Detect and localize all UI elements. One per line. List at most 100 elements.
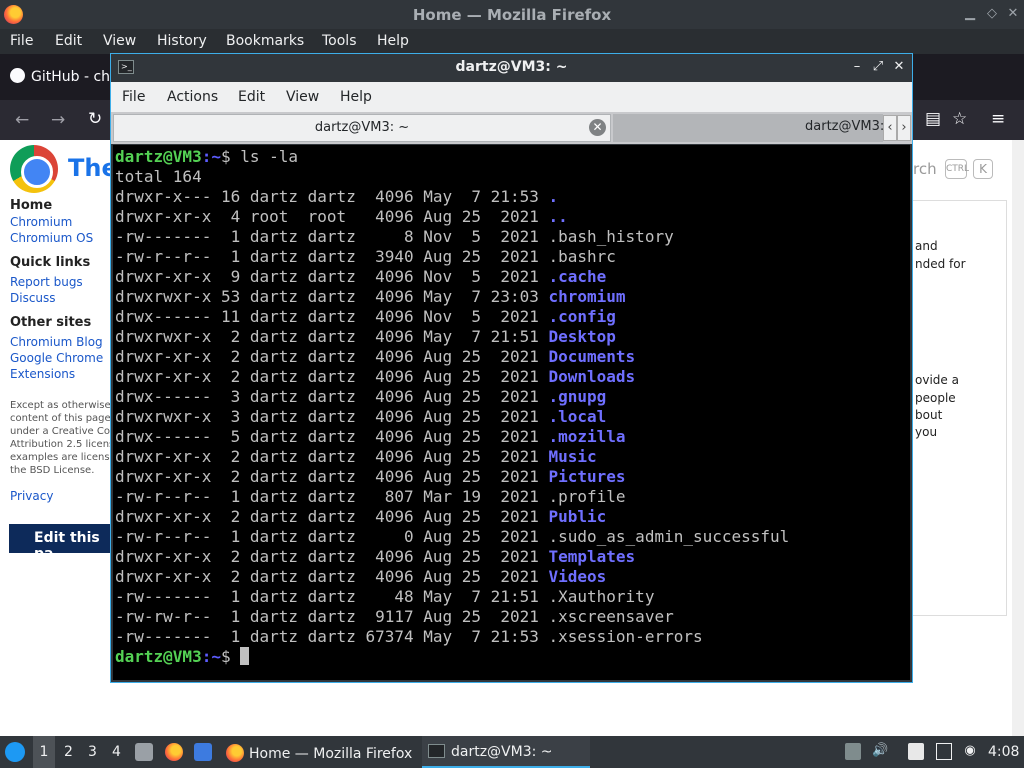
listing-meta: drwxrwxr-x 2 dartz dartz 4096 May 7 21:5… bbox=[115, 327, 549, 346]
tab-github[interactable]: GitHub - chr bbox=[10, 68, 116, 85]
directory-name: . bbox=[548, 187, 559, 206]
terminal-titlebar[interactable]: >_ dartz@VM3: ~ – ⤢ ✕ bbox=[111, 54, 912, 82]
edit-page-button[interactable]: Edit this pa bbox=[9, 524, 113, 562]
kbd-ctrl: CTRL bbox=[945, 159, 969, 179]
listing-row: drwx------ 3 dartz dartz 4096 Aug 25 202… bbox=[115, 387, 910, 407]
terminal-menu-edit[interactable]: Edit bbox=[238, 89, 265, 105]
link-discuss[interactable]: Discuss bbox=[10, 291, 56, 305]
link-google-chrome-extensions[interactable]: Google Chrome bbox=[10, 351, 103, 365]
link-report-bugs[interactable]: Report bugs bbox=[10, 275, 83, 289]
clipboard-icon[interactable] bbox=[845, 743, 861, 760]
tab-scroll-right-icon[interactable]: › bbox=[897, 115, 911, 141]
listing-meta: -rw-r--r-- 1 dartz dartz 807 Mar 19 2021 bbox=[115, 487, 549, 506]
listing-meta: drwxrwxr-x 53 dartz dartz 4096 May 7 23:… bbox=[115, 287, 549, 306]
firefox-launcher-icon[interactable] bbox=[165, 743, 183, 761]
workspace-3[interactable]: 3 bbox=[88, 744, 97, 760]
maximize-icon[interactable]: ◇ bbox=[984, 6, 1000, 22]
start-menu-icon[interactable] bbox=[5, 742, 25, 762]
close-icon[interactable]: ✕ bbox=[1005, 6, 1021, 22]
terminal-menu-help[interactable]: Help bbox=[340, 89, 372, 105]
listing-row: drwxr-xr-x 2 dartz dartz 4096 Aug 25 202… bbox=[115, 347, 910, 367]
link-privacy[interactable]: Privacy bbox=[10, 489, 53, 503]
directory-name: .cache bbox=[548, 267, 607, 286]
bookmark-star-icon[interactable]: ☆ bbox=[952, 109, 967, 129]
license-text-4: Attribution 2.5 license, bbox=[10, 439, 124, 450]
listing-meta: -rw-r--r-- 1 dartz dartz 3940 Aug 25 202… bbox=[115, 247, 549, 266]
menu-help[interactable]: Help bbox=[377, 33, 409, 49]
nav-chromium[interactable]: Chromium bbox=[10, 215, 72, 229]
other-sites-heading: Other sites bbox=[10, 315, 92, 330]
desktop-icon[interactable] bbox=[194, 743, 212, 761]
menu-history[interactable]: History bbox=[157, 33, 207, 49]
firefox-menubar: File Edit View History Bookmarks Tools H… bbox=[0, 29, 1024, 54]
prompt-line: dartz@VM3:~$ bbox=[115, 647, 910, 667]
listing-meta: -rw------- 1 dartz dartz 48 May 7 21:51 bbox=[115, 587, 549, 606]
listing-row: drwxrwxr-x 53 dartz dartz 4096 May 7 23:… bbox=[115, 287, 910, 307]
terminal-menu-actions[interactable]: Actions bbox=[167, 89, 218, 105]
menu-view[interactable]: View bbox=[103, 33, 136, 49]
tab-scroll-left-icon[interactable]: ‹ bbox=[883, 115, 897, 141]
tab-close-icon[interactable]: ✕ bbox=[589, 119, 606, 136]
file-manager-icon[interactable] bbox=[135, 743, 153, 761]
firefox-window-title: Home — Mozilla Firefox bbox=[412, 6, 612, 24]
tab-github-label: GitHub - chr bbox=[31, 69, 116, 85]
menu-tools[interactable]: Tools bbox=[322, 33, 357, 49]
listing-meta: drwxr-xr-x 4 root root 4096 Aug 25 2021 bbox=[115, 207, 549, 226]
terminal-menu-file[interactable]: File bbox=[122, 89, 145, 105]
listing-meta: -rw-r--r-- 1 dartz dartz 0 Aug 25 2021 bbox=[115, 527, 549, 546]
hamburger-menu-icon[interactable]: ≡ bbox=[991, 109, 1005, 129]
terminal-maximize-icon[interactable]: ⤢ bbox=[870, 59, 886, 75]
listing-row: drwxr-xr-x 2 dartz dartz 4096 Aug 25 202… bbox=[115, 467, 910, 487]
forward-icon[interactable]: → bbox=[51, 110, 65, 130]
prompt-path: :~ bbox=[201, 147, 221, 166]
link-chromium-blog[interactable]: Chromium Blog bbox=[10, 335, 103, 349]
terminal-close-icon[interactable]: ✕ bbox=[891, 59, 907, 75]
terminal-menu-view[interactable]: View bbox=[286, 89, 319, 105]
content-fragment: bout bbox=[915, 408, 943, 422]
page-scrollbar[interactable] bbox=[1012, 140, 1024, 736]
back-icon[interactable]: ← bbox=[15, 110, 29, 130]
file-name: .sudo_as_admin_successful bbox=[548, 527, 790, 546]
terminal-cursor bbox=[240, 647, 250, 665]
directory-name: chromium bbox=[548, 287, 626, 306]
workspace-4[interactable]: 4 bbox=[112, 744, 121, 760]
workspace-1[interactable]: 1 bbox=[33, 736, 55, 768]
chromium-logo-icon bbox=[10, 145, 58, 193]
reload-icon[interactable]: ↻ bbox=[88, 109, 102, 129]
file-name: .bash_history bbox=[548, 227, 674, 246]
terminal-tab-inactive[interactable]: dartz@VM3: ~ bbox=[613, 114, 899, 142]
listing-meta: drwxr-xr-x 9 dartz dartz 4096 Nov 5 2021 bbox=[115, 267, 549, 286]
menu-file[interactable]: File bbox=[10, 33, 33, 49]
prompt-user: dartz@VM3 bbox=[115, 147, 202, 166]
menu-edit[interactable]: Edit bbox=[55, 33, 82, 49]
task-terminal[interactable]: dartz@VM3: ~ bbox=[422, 736, 590, 768]
prompt-sigil: $ bbox=[220, 147, 241, 166]
notes-icon[interactable] bbox=[908, 743, 924, 760]
listing-meta: drwxr-x--- 16 dartz dartz 4096 May 7 21:… bbox=[115, 187, 549, 206]
network-icon[interactable]: ◉ bbox=[962, 743, 978, 760]
terminal-minimize-icon[interactable]: – bbox=[849, 59, 865, 75]
keyboard-icon[interactable] bbox=[936, 743, 952, 760]
directory-name: Desktop bbox=[548, 327, 616, 346]
listing-meta: -rw------- 1 dartz dartz 67374 May 7 21:… bbox=[115, 627, 549, 646]
minimize-icon[interactable]: ▁ bbox=[962, 6, 978, 22]
listing-meta: drwxr-xr-x 2 dartz dartz 4096 Aug 25 202… bbox=[115, 347, 549, 366]
content-fragment: nded for bbox=[915, 257, 966, 271]
listing-row: drwxr-xr-x 2 dartz dartz 4096 Aug 25 202… bbox=[115, 507, 910, 527]
terminal-output[interactable]: dartz@VM3:~$ ls -la total 164 drwxr-x--- 1… bbox=[113, 145, 910, 680]
nav-chromium-os[interactable]: Chromium OS bbox=[10, 231, 93, 245]
terminal-tab-active[interactable]: dartz@VM3: ~ ✕ bbox=[113, 114, 611, 142]
reader-view-icon[interactable]: ▤ bbox=[925, 109, 941, 129]
volume-icon[interactable]: 🔊 bbox=[872, 743, 888, 760]
task-firefox[interactable]: Home — Mozilla Firefox bbox=[222, 736, 420, 768]
directory-name: Downloads bbox=[548, 367, 636, 386]
listing-meta: drwx------ 11 dartz dartz 4096 Nov 5 202… bbox=[115, 307, 549, 326]
search-box-fragment[interactable]: rch bbox=[913, 160, 937, 178]
listing-row: drwxr-xr-x 4 root root 4096 Aug 25 2021 … bbox=[115, 207, 910, 227]
prompt-user: dartz@VM3 bbox=[115, 647, 202, 666]
nav-home[interactable]: Home bbox=[10, 198, 52, 213]
workspace-2[interactable]: 2 bbox=[64, 744, 73, 760]
menu-bookmarks[interactable]: Bookmarks bbox=[226, 33, 304, 49]
link-google-chrome-extensions-2[interactable]: Extensions bbox=[10, 367, 75, 381]
directory-name: Videos bbox=[548, 567, 607, 586]
